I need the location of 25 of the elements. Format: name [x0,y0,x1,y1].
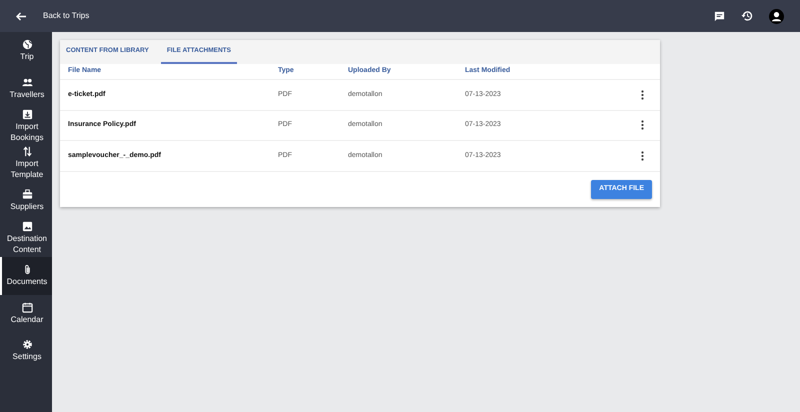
briefcase-icon [22,189,32,200]
sidebar-item[interactable]: Suppliers [0,182,52,220]
sidebar-item[interactable]: Import Template [0,144,52,182]
image-icon [22,221,32,232]
swap-arrows-icon [22,146,32,158]
calendar-icon [22,302,32,313]
sidebar-item[interactable]: Import Bookings [0,107,52,144]
sidebar-item[interactable]: Calendar [0,294,52,332]
inbox-icon [22,108,32,120]
sidebar-item[interactable]: Destination Content [0,220,52,257]
avatar-icon[interactable] [769,8,784,24]
sidebar-item[interactable]: Settings [0,332,52,370]
settings-icon [22,339,32,350]
history-icon[interactable] [741,10,753,22]
globe-icon [22,39,32,50]
chat-icon[interactable] [714,10,725,22]
sidebar-item[interactable]: Travellers [0,70,52,107]
back-button[interactable]: Back to Trips [16,12,90,20]
more-vertical-icon [641,120,644,130]
people-icon [22,76,32,88]
arrow-left-icon [16,12,27,20]
more-vertical-icon [641,90,644,100]
sidebar-item[interactable]: Documents [0,257,52,294]
more-vertical-icon [641,150,644,161]
sidebar-item[interactable]: Trip [0,32,52,70]
